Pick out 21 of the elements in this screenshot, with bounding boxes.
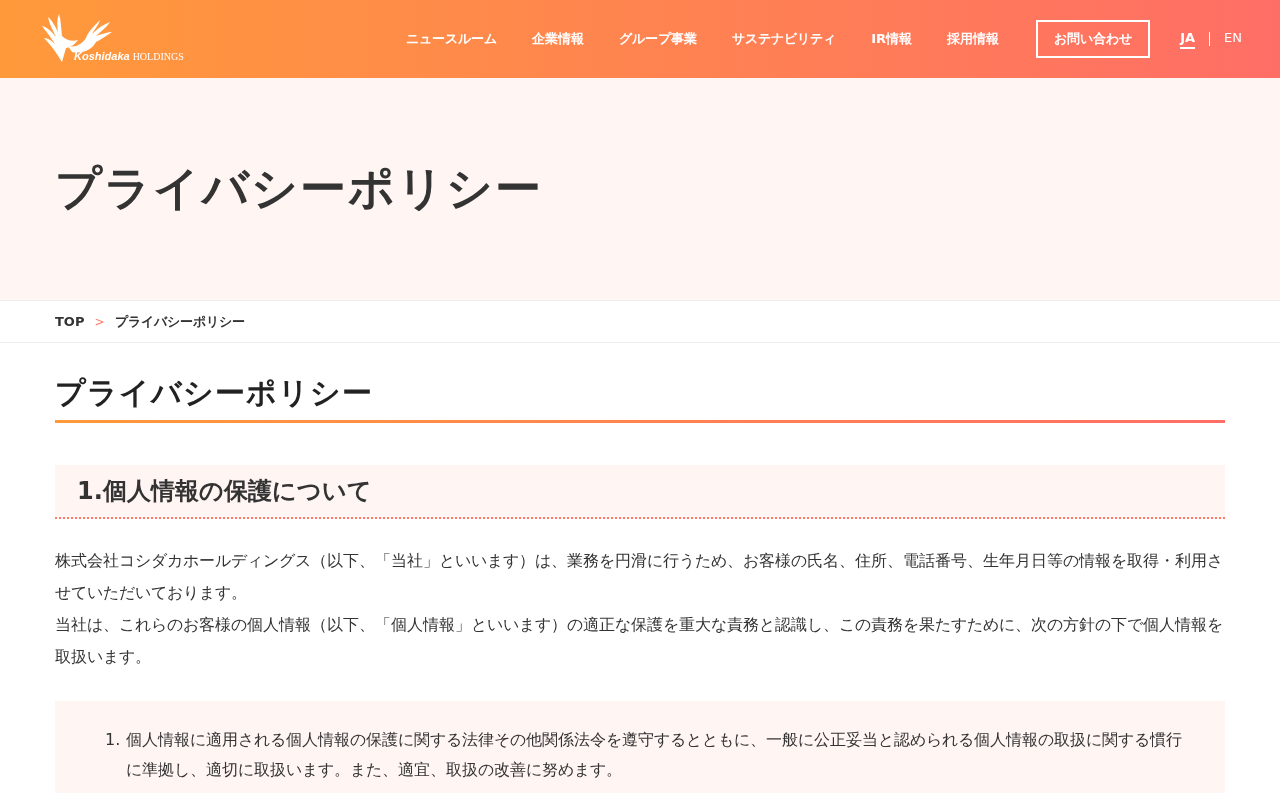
logo-suffix-text[interactable]: HOLDINGS: [132, 51, 184, 62]
body-paragraph: 株式会社コシダカホールディングス（以下、「当社」といいます）は、業務を円滑に行うため、お客様の氏名、住所、電話番号、生年月日等の情報を取得・利用させていただいております。: [55, 550, 1224, 604]
page-heading: プライバシーポリシー: [55, 373, 1225, 423]
nav-link[interactable]: 企業情報: [532, 30, 585, 48]
nav-link[interactable]: IR情報: [871, 30, 913, 48]
breadcrumb-current: プライバシーポリシー: [114, 312, 245, 331]
logo-brand-text[interactable]: Koshidaka: [74, 50, 130, 62]
nav-link[interactable]: グループ事業: [619, 30, 698, 48]
contact-button[interactable]: お問い合わせ: [1036, 20, 1151, 58]
breadcrumb-link[interactable]: TOP: [55, 314, 85, 329]
body-paragraph: 当社は、これらのお客様の個人情報（以下、「個人情報」といいます）の適正な保護を重大な責務と認識し、この責務を果たすために、次の方針の下で個人情報を取扱います。: [55, 614, 1224, 668]
hero-title: プライバシーポリシー: [55, 160, 543, 217]
nav-link[interactable]: サステナビリティ: [732, 30, 837, 48]
policy-item-text: 個人情報に適用される個人情報の保護に関する法律その他関係法令を遵守するとともに、一般に公正妥当と認められる個人情報の取扱に関する慣行に準拠し、適切に取扱います。また、適宜、取扱の改善に努めます。: [126, 729, 1184, 781]
language-link[interactable]: EN: [1224, 29, 1242, 49]
nav-link[interactable]: 採用情報: [947, 30, 1000, 48]
breadcrumb-separator: >: [94, 314, 105, 329]
nav-link[interactable]: ニュースルーム: [406, 30, 498, 48]
section-heading: 1.個人情報の保護について: [55, 465, 1225, 519]
list-number: 1.: [105, 729, 121, 751]
language-link[interactable]: JA: [1180, 29, 1196, 49]
